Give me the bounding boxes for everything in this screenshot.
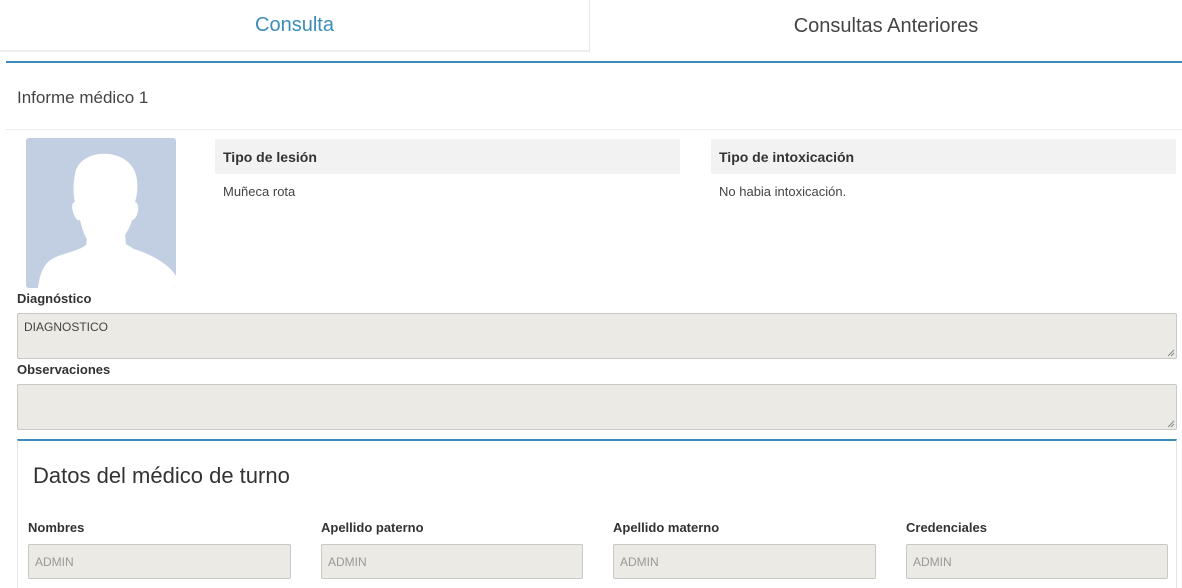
tab-consulta[interactable]: Consulta: [0, 0, 590, 52]
diagnostico-textarea[interactable]: DIAGNOSTICO: [17, 313, 1177, 359]
apellido-paterno-field[interactable]: ADMIN: [321, 544, 583, 579]
nombres-label: Nombres: [28, 520, 85, 535]
diagnostico-text: DIAGNOSTICO: [24, 320, 109, 334]
credenciales-label: Credenciales: [906, 520, 987, 535]
tipo-lesion-header: Tipo de lesión: [215, 139, 680, 174]
tab-bar: Consulta Consultas Anteriores: [0, 0, 1182, 52]
diagnostico-label: Diagnóstico: [17, 291, 92, 306]
nombres-placeholder: ADMIN: [35, 555, 74, 569]
user-silhouette-icon: [26, 138, 176, 288]
credenciales-placeholder: ADMIN: [913, 555, 952, 569]
resize-grip-icon[interactable]: [1167, 420, 1175, 428]
doctor-panel-title: Datos del médico de turno: [33, 463, 290, 488]
doctor-panel: Datos del médico de turno Nombres ADMIN …: [17, 439, 1177, 588]
tab-consultas-anteriores[interactable]: Consultas Anteriores: [590, 0, 1182, 52]
observaciones-textarea[interactable]: [17, 384, 1177, 430]
apellido-materno-label: Apellido materno: [613, 520, 720, 535]
credenciales-field[interactable]: ADMIN: [906, 544, 1168, 579]
report-title: Informe médico 1: [17, 88, 149, 107]
apellido-paterno-placeholder: ADMIN: [328, 555, 367, 569]
tipo-intoxicacion-value: No habia intoxicación.: [719, 184, 847, 199]
tipo-intoxicacion-header: Tipo de intoxicación: [711, 139, 1176, 174]
observaciones-label: Observaciones: [17, 362, 111, 377]
apellido-paterno-label: Apellido paterno: [321, 520, 424, 535]
tipo-lesion-value: Muñeca rota: [223, 184, 296, 199]
apellido-materno-field[interactable]: ADMIN: [613, 544, 876, 579]
nombres-field[interactable]: ADMIN: [28, 544, 291, 579]
resize-grip-icon[interactable]: [1167, 349, 1175, 357]
apellido-materno-placeholder: ADMIN: [620, 555, 659, 569]
report-header: Informe médico 1: [6, 63, 1182, 130]
avatar-image: [26, 138, 176, 288]
